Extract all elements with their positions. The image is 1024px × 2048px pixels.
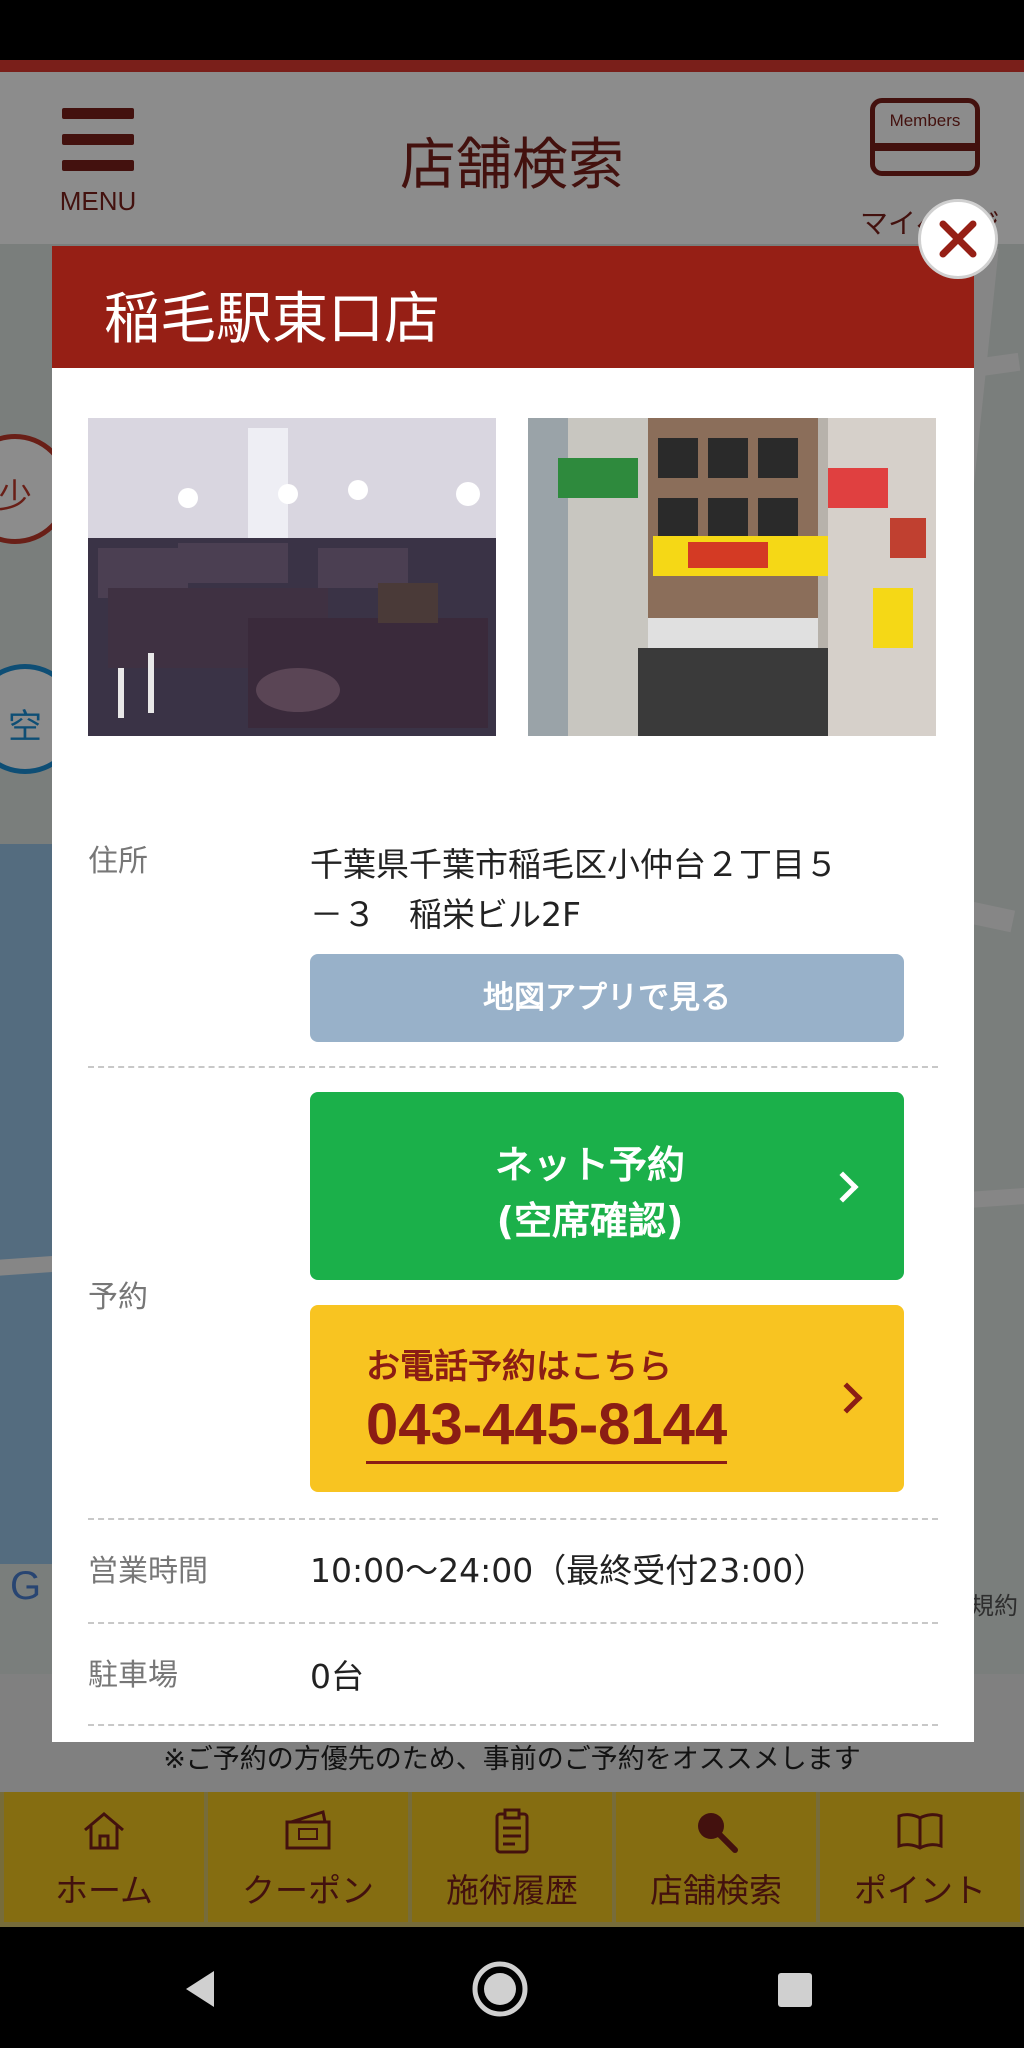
parking-value: 0台	[310, 1657, 364, 1696]
reservation-label: 予約	[88, 1280, 148, 1315]
store-detail-modal: 稲毛駅東口店 住所 千葉県千葉市稲毛区小仲台２丁目５ －３ 稲栄ビル2F 地図ア…	[52, 246, 974, 1742]
address-line-2: －３ 稲栄ビル2F	[310, 895, 581, 934]
net-reservation-sublabel: (空席確認)	[496, 1199, 684, 1243]
home-circle-icon[interactable]	[470, 1959, 530, 2019]
net-reservation-button[interactable]: ネット予約 (空席確認)	[310, 1092, 904, 1280]
open-map-app-button[interactable]: 地図アプリで見る	[310, 954, 904, 1042]
address-label: 住所	[88, 844, 148, 879]
store-interior-photo	[88, 418, 496, 736]
phone-number[interactable]: 043-445-8144	[366, 1389, 728, 1464]
accent-line	[0, 60, 1024, 72]
parking-label: 駐車場	[88, 1658, 178, 1693]
net-reservation-label: ネット予約	[494, 1143, 685, 1187]
divider	[88, 1622, 938, 1624]
divider	[88, 1724, 938, 1726]
close-button[interactable]	[918, 199, 998, 279]
store-name: 稲毛駅東口店	[104, 287, 440, 352]
modal-header: 稲毛駅東口店	[52, 246, 974, 368]
divider	[88, 1518, 938, 1520]
close-icon	[939, 220, 977, 258]
hours-label: 営業時間	[88, 1554, 208, 1589]
recents-icon[interactable]	[776, 1971, 814, 2009]
chevron-right-icon	[831, 1382, 863, 1414]
phone-reservation-button[interactable]: お電話予約はこちら 043-445-8144	[310, 1305, 904, 1492]
address-line-1: 千葉県千葉市稲毛区小仲台２丁目５	[310, 845, 838, 884]
status-bar	[0, 0, 1024, 60]
store-exterior-photo	[528, 418, 936, 736]
phone-reservation-label: お電話予約はこちら	[366, 1347, 672, 1387]
system-nav-bar	[0, 1927, 1024, 2048]
back-icon[interactable]	[180, 1967, 220, 2011]
divider	[88, 1066, 938, 1068]
hours-value: 10:00～24:00（最終受付23:00）	[310, 1551, 827, 1590]
